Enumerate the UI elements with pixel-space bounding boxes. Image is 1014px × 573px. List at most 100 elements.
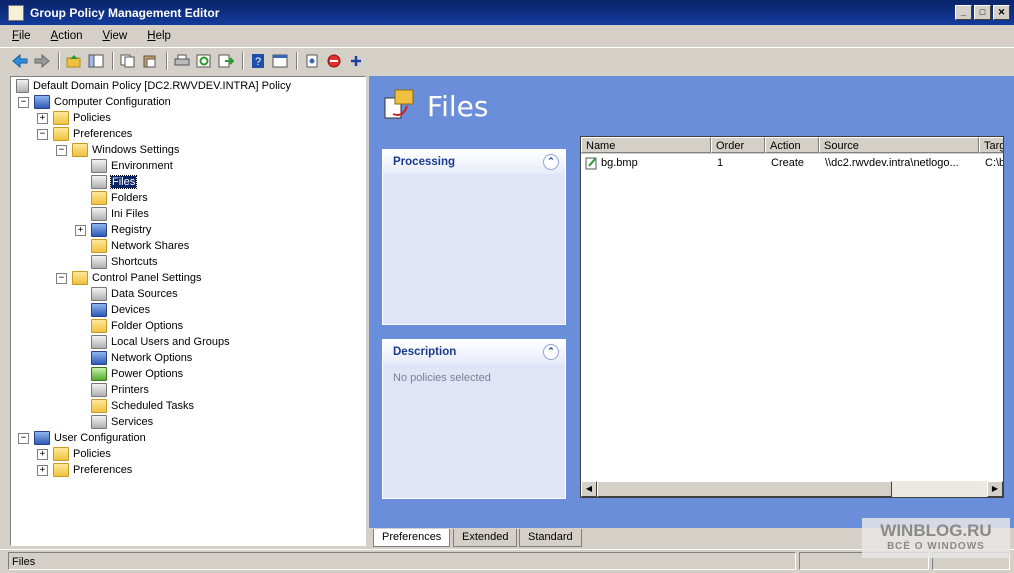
tree-node-files[interactable]: Files — [91, 174, 138, 190]
toolbar: ? — [0, 47, 1014, 73]
tree-node-cc-preferences[interactable]: − Preferences — [37, 126, 132, 142]
menu-help[interactable]: Help — [135, 30, 179, 42]
menu-bar: File Action View Help — [0, 26, 1014, 46]
scroll-left-icon[interactable]: ◀ — [581, 481, 597, 497]
tree-node-windows-settings[interactable]: − Windows Settings — [56, 142, 179, 158]
tree-node-uc-policies[interactable]: + Policies — [37, 446, 111, 462]
column-header-name[interactable]: Name — [581, 137, 711, 153]
column-header-source[interactable]: Source — [819, 137, 979, 153]
tree-label: Network Options — [111, 352, 193, 364]
description-panel-header[interactable]: Description ⌃ — [383, 340, 565, 364]
tree-node-devices[interactable]: Devices — [91, 302, 150, 318]
stop-icon[interactable] — [324, 51, 344, 71]
network-icon — [91, 351, 107, 365]
chevron-up-icon[interactable]: ⌃ — [543, 344, 559, 360]
expand-toggle[interactable]: + — [37, 464, 48, 476]
control-panel-folder-icon — [72, 271, 88, 285]
tree-node-ini-files[interactable]: Ini Files — [91, 206, 149, 222]
column-header-target[interactable]: Targ — [979, 137, 1003, 153]
tab-extended[interactable]: Extended — [453, 529, 518, 547]
chevron-up-icon[interactable]: ⌃ — [543, 154, 559, 170]
environment-icon — [91, 159, 107, 173]
maximize-button[interactable]: □ — [974, 5, 991, 20]
scroll-right-icon[interactable]: ▶ — [987, 481, 1003, 497]
tree-label: Network Shares — [111, 240, 190, 252]
toolbar-separator — [296, 51, 298, 70]
collapse-toggle[interactable]: − — [56, 272, 67, 284]
paste-icon[interactable] — [140, 51, 160, 71]
tree-label: Ini Files — [111, 208, 149, 220]
add-icon[interactable] — [346, 51, 366, 71]
refresh-icon[interactable] — [194, 51, 214, 71]
horizontal-scrollbar[interactable]: ◀ ▶ — [581, 481, 1003, 497]
tree-node-power-options[interactable]: Power Options — [91, 366, 183, 382]
tree-label: Default Domain Policy [DC2.RWVDEV.INTRA]… — [33, 80, 291, 92]
tree-node-folders[interactable]: Folders — [91, 190, 148, 206]
tree-label: Folder Options — [111, 320, 184, 332]
preferences-list: Name Order Action Source Targ bg.bmp 1 C… — [580, 136, 1004, 498]
menu-action[interactable]: Action — [39, 30, 91, 42]
collapse-toggle[interactable]: − — [37, 128, 48, 140]
tree-node-folder-options[interactable]: Folder Options — [91, 318, 183, 334]
tree-node-network-shares[interactable]: Network Shares — [91, 238, 189, 254]
expand-toggle[interactable]: + — [37, 112, 48, 124]
tree-node-data-sources[interactable]: Data Sources — [91, 286, 178, 302]
watermark-line2: ВСЁ О WINDOWS — [887, 541, 985, 552]
description-text: No policies selected — [393, 372, 491, 384]
print-icon[interactable] — [172, 51, 192, 71]
close-button[interactable]: ✕ — [993, 5, 1010, 20]
tree-node-environment[interactable]: Environment — [91, 158, 173, 174]
collapse-toggle[interactable]: − — [18, 432, 29, 444]
show-hide-tree-icon[interactable] — [86, 51, 106, 71]
processing-panel-header[interactable]: Processing ⌃ — [383, 150, 565, 174]
menu-view[interactable]: View — [91, 30, 136, 42]
tree-label: Power Options — [111, 368, 184, 380]
tree-label: Devices — [111, 304, 151, 316]
column-header-order[interactable]: Order — [711, 137, 765, 153]
tree-node-registry[interactable]: + Registry — [75, 222, 151, 238]
tree-node-uc-preferences[interactable]: + Preferences — [37, 462, 132, 478]
shortcut-icon — [91, 255, 107, 269]
list-item[interactable]: bg.bmp 1 Create \\dc2.rwvdev.intra\netlo… — [581, 155, 1003, 171]
tree-node-control-panel-settings[interactable]: − Control Panel Settings — [56, 270, 201, 286]
tab-preferences[interactable]: Preferences — [373, 529, 451, 547]
collapse-toggle[interactable]: − — [18, 96, 29, 108]
tree-node-services[interactable]: Services — [91, 414, 153, 430]
tree-node-shortcuts[interactable]: Shortcuts — [91, 254, 157, 270]
tree-node-user-configuration[interactable]: − User Configuration — [18, 430, 146, 446]
menu-file[interactable]: File — [0, 30, 39, 42]
expand-toggle[interactable]: + — [75, 224, 86, 236]
watermark: WINBLOG.RU ВСЁ О WINDOWS — [862, 518, 1010, 558]
minimize-button[interactable]: _ — [955, 5, 972, 20]
properties-icon[interactable] — [270, 51, 290, 71]
copy-icon[interactable] — [118, 51, 138, 71]
help-icon[interactable]: ? — [248, 51, 268, 71]
tree-node-cc-policies[interactable]: + Policies — [37, 110, 111, 126]
cell-name: bg.bmp — [601, 157, 638, 169]
forward-icon[interactable] — [32, 51, 52, 71]
description-panel-title: Description — [393, 346, 457, 358]
column-header-action[interactable]: Action — [765, 137, 819, 153]
svg-text:?: ? — [255, 56, 261, 68]
tree-node-local-users-and-groups[interactable]: Local Users and Groups — [91, 334, 230, 350]
tree-label: Environment — [111, 160, 173, 172]
tree-node-network-options[interactable]: Network Options — [91, 350, 192, 366]
tree-node-computer-configuration[interactable]: − Computer Configuration — [18, 94, 171, 110]
tree-label: Windows Settings — [92, 144, 180, 156]
details-pane: Files Processing ⌃ Description ⌃ No poli… — [369, 76, 1014, 528]
registry-icon — [91, 223, 107, 237]
tab-standard[interactable]: Standard — [519, 529, 582, 547]
data-sources-icon — [91, 287, 107, 301]
scroll-thumb[interactable] — [597, 481, 892, 497]
tree-node-scheduled-tasks[interactable]: Scheduled Tasks — [91, 398, 194, 414]
collapse-toggle[interactable]: − — [56, 144, 67, 156]
new-item-icon[interactable] — [302, 51, 322, 71]
export-icon[interactable] — [216, 51, 236, 71]
folder-options-icon — [91, 319, 107, 333]
tree-node-printers[interactable]: Printers — [91, 382, 149, 398]
tree-label: Shortcuts — [111, 256, 158, 268]
tree-node-root[interactable]: Default Domain Policy [DC2.RWVDEV.INTRA]… — [16, 78, 291, 94]
up-icon[interactable] — [64, 51, 84, 71]
expand-toggle[interactable]: + — [37, 448, 48, 460]
back-icon[interactable] — [10, 51, 30, 71]
